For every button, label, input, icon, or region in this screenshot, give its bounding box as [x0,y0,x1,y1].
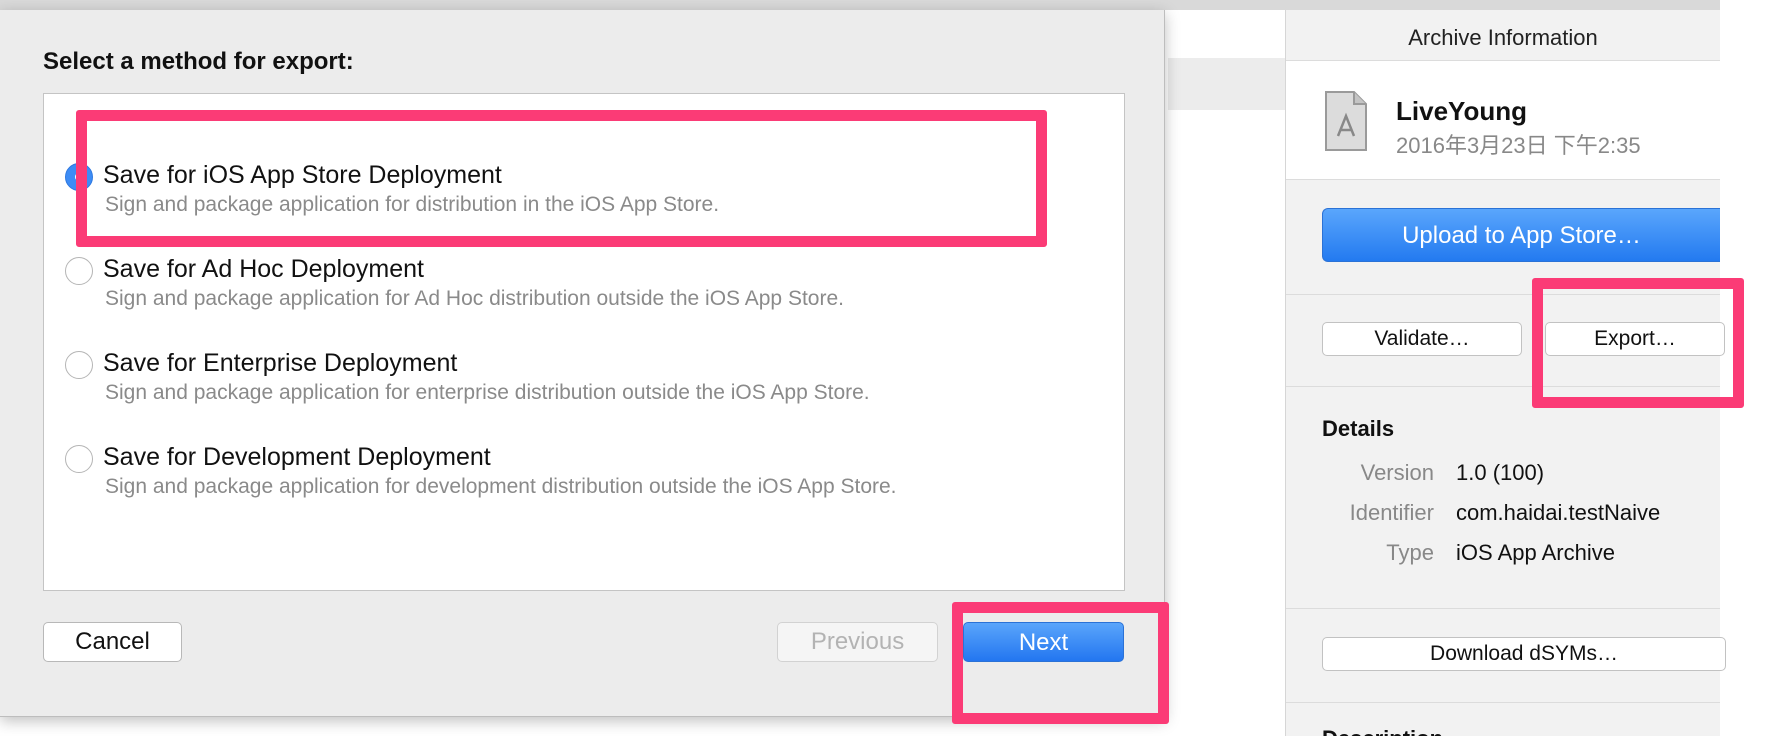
radio-development[interactable] [65,445,93,473]
detail-value: iOS App Archive [1456,540,1615,565]
option-description: Sign and package application for Ad Hoc … [105,287,844,310]
option-title: Save for Development Deployment [103,443,491,471]
detail-row-version: Version 1.0 (100) [1286,460,1720,490]
detail-row-type: Type iOS App Archive [1286,540,1720,570]
detail-label: Type [1386,540,1434,565]
detail-label: Identifier [1349,500,1434,525]
detail-row-identifier: Identifier com.haidai.testNaive [1286,500,1720,530]
option-title: Save for Enterprise Deployment [103,349,458,377]
app-archive-file-icon [1325,91,1367,151]
previous-button[interactable]: Previous [777,622,938,662]
details-heading: Details [1322,416,1395,441]
validate-button[interactable]: Validate… [1322,322,1522,356]
archive-date: 2016年3月23日 下午2:35 [1396,133,1641,158]
download-dsyms-button[interactable]: Download dSYMs… [1322,637,1726,671]
radio-enterprise[interactable] [65,351,93,379]
option-description: Sign and package application for develop… [105,475,897,498]
upload-to-app-store-button[interactable]: Upload to App Store… [1322,208,1720,262]
background-list-row [1168,58,1285,110]
sheet-title: Select a method for export: [43,48,354,75]
divider [1286,702,1720,703]
panel-header: Archive Information [1286,16,1720,61]
background-window-titlebar [0,0,1720,10]
radio-ad-hoc[interactable] [65,257,93,285]
description-heading: Description [1322,726,1443,736]
highlight-box-next-button [952,602,1169,724]
option-description: Sign and package application for enterpr… [105,381,870,404]
highlight-box-export-button [1532,278,1744,408]
archive-name: LiveYoung [1396,96,1527,126]
detail-value: com.haidai.testNaive [1456,500,1661,525]
highlight-box-app-store-option [76,110,1047,247]
detail-value: 1.0 (100) [1456,460,1545,485]
divider [1286,608,1720,609]
cancel-button[interactable]: Cancel [43,622,182,662]
option-title: Save for Ad Hoc Deployment [103,255,424,283]
background-window-content [1168,10,1285,736]
detail-label: Version [1360,460,1434,485]
